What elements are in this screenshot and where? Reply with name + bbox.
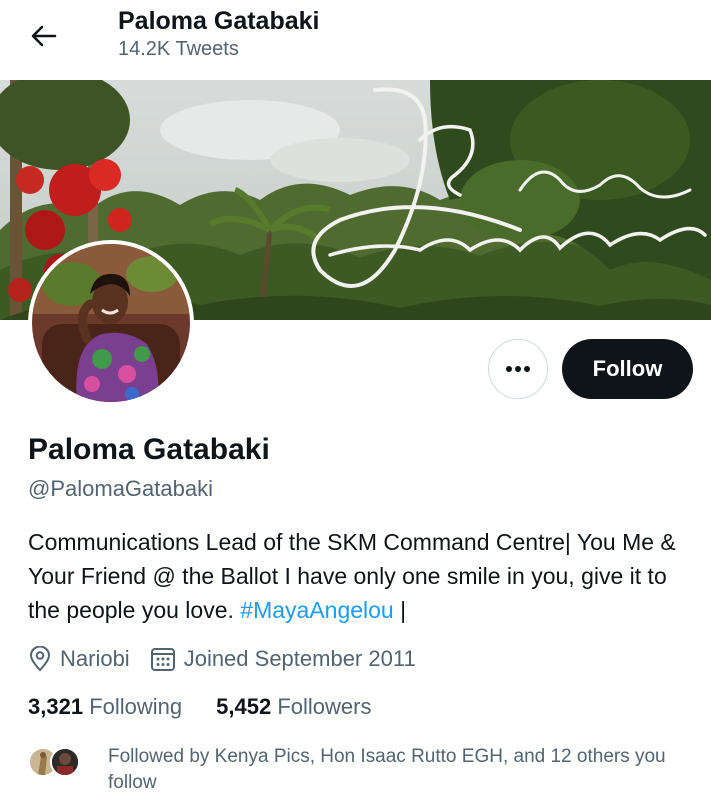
joined-item: Joined September 2011: [150, 646, 416, 672]
following-count: 3,321: [28, 694, 84, 719]
profile-handle: @PalomaGatabaki: [28, 476, 213, 501]
back-button[interactable]: [22, 14, 66, 58]
avatar-image: [32, 244, 190, 402]
more-horizontal-icon: [506, 366, 530, 372]
followers-count: 5,452: [216, 694, 272, 719]
back-arrow-icon: [31, 25, 57, 47]
profile-bio: Communications Lead of the SKM Command C…: [28, 525, 698, 627]
location-text: Nariobi: [60, 646, 130, 671]
profile-stats: 3,321 Following 5,452 Followers: [28, 694, 405, 720]
header-name: Paloma Gatabaki: [118, 7, 320, 35]
more-options-button[interactable]: [488, 339, 548, 399]
follow-button[interactable]: Follow: [562, 339, 693, 399]
following-label: Following: [89, 694, 183, 719]
calendar-icon: [150, 648, 175, 671]
avatar[interactable]: [28, 240, 194, 406]
bio-hashtag-link[interactable]: #MayaAngelou: [240, 597, 393, 623]
profile-meta: Nariobi Joined September 2011: [28, 642, 436, 676]
location-item: Nariobi: [28, 646, 130, 672]
followers-link[interactable]: 5,452 Followers: [216, 694, 371, 720]
top-bar: Paloma Gatabaki 14.2K Tweets: [0, 0, 711, 80]
joined-text: Joined September 2011: [183, 646, 416, 671]
location-pin-icon: [29, 646, 51, 672]
mini-avatar: [50, 747, 80, 777]
followers-label: Followers: [277, 694, 372, 719]
bio-tail: |: [393, 597, 407, 623]
followed-by-text: Followed by Kenya Pics, Hon Isaac Rutto …: [108, 746, 666, 793]
profile-display-name: Paloma Gatabaki: [28, 433, 270, 466]
following-link[interactable]: 3,321 Following: [28, 694, 182, 720]
tweet-count: 14.2K Tweets: [118, 38, 239, 60]
followed-by-avatars: [28, 747, 92, 779]
